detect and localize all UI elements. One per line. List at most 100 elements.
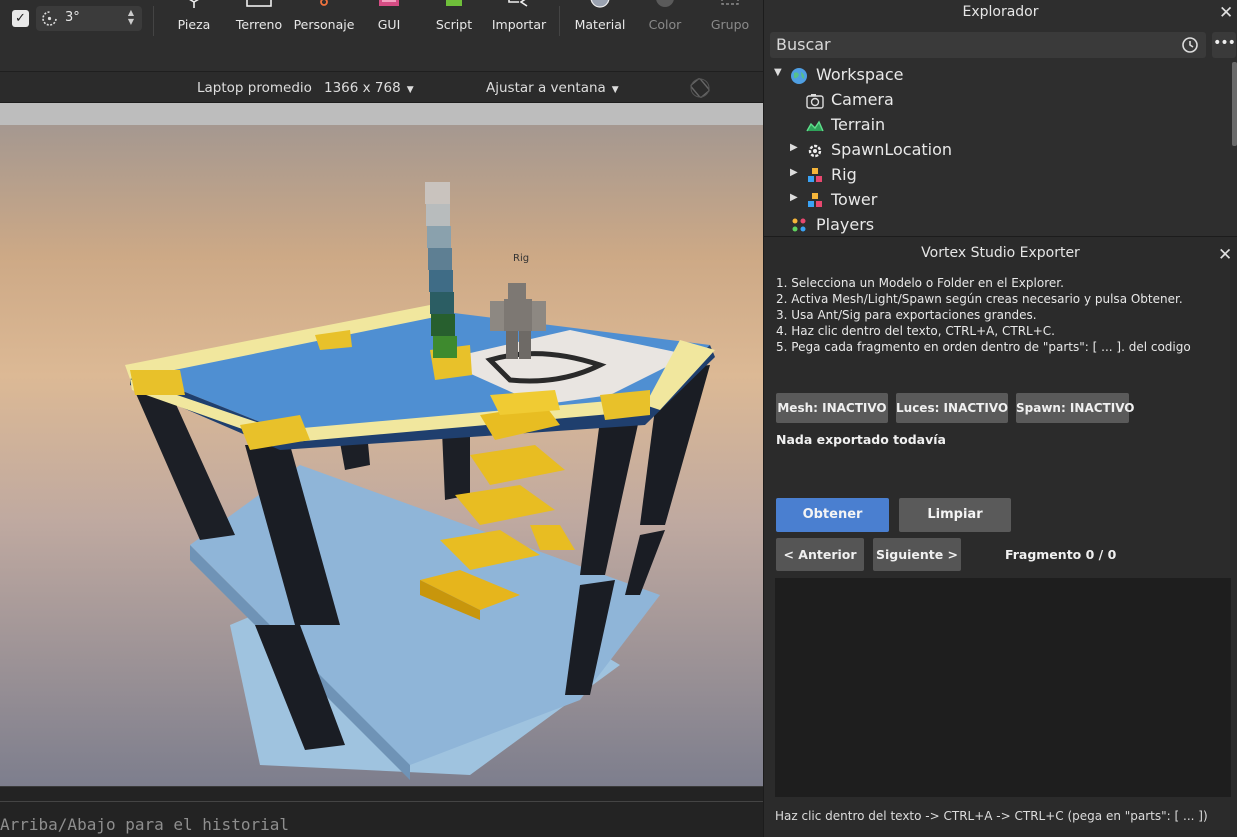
instruction-line: 3. Usa Ant/Sig para exportaciones grande…	[776, 308, 1037, 322]
close-icon[interactable]: ✕	[1218, 245, 1232, 265]
tree-label: Workspace	[816, 65, 904, 84]
material-icon	[590, 0, 610, 8]
expand-arrow-icon[interactable]: ▼	[774, 67, 782, 78]
corner-block	[130, 370, 185, 395]
corner-block	[600, 390, 650, 420]
explorer-scrollbar[interactable]	[1232, 62, 1237, 146]
group-button[interactable]: Grupo	[697, 0, 763, 44]
gui-label: GUI	[377, 17, 401, 32]
color-button[interactable]: Color	[632, 0, 698, 44]
rotate-device-icon[interactable]	[689, 78, 711, 98]
explorer-panel: Explorador ✕ Buscar ••• ▼ Workspace Came…	[763, 0, 1237, 236]
character-label: Personaje	[293, 17, 355, 32]
command-input[interactable]: Arriba/Abajo para el historial	[0, 815, 289, 834]
pillar	[580, 415, 640, 575]
rotate-icon	[42, 11, 57, 26]
lights-toggle-button[interactable]: Luces: INACTIVO	[896, 393, 1008, 423]
staircase	[470, 445, 565, 485]
script-icon	[446, 0, 462, 6]
tower-block	[426, 204, 450, 226]
resolution-select[interactable]: 1366 x 768 ▼	[324, 80, 414, 96]
script-button[interactable]: Script	[421, 0, 487, 44]
terrain-icon	[806, 120, 824, 132]
get-button[interactable]: Obtener	[776, 498, 889, 532]
export-output-textbox[interactable]	[775, 578, 1231, 797]
rig-head	[508, 283, 526, 299]
tower-block	[427, 226, 451, 248]
fragment-counter: Fragmento 0 / 0	[1005, 547, 1117, 562]
rig-arm	[532, 301, 546, 331]
rotate-value: 3°	[65, 10, 80, 25]
clear-button[interactable]: Limpiar	[899, 498, 1011, 532]
rig-leg	[506, 331, 518, 359]
rotate-snap-checkbox[interactable]: ✓	[12, 10, 29, 27]
fit-label: Ajustar a ventana	[486, 80, 606, 96]
command-divider	[0, 801, 763, 802]
next-button[interactable]: Siguiente >	[873, 538, 961, 571]
import-button[interactable]: Importar	[486, 0, 552, 44]
command-bar: Arriba/Abajo para el historial	[0, 786, 763, 837]
device-select[interactable]: Laptop promedio	[197, 80, 312, 96]
part-button[interactable]: Pieza	[161, 0, 227, 44]
import-label: Importar	[491, 17, 547, 32]
mesh-toggle-button[interactable]: Mesh: INACTIVO	[776, 393, 888, 423]
explorer-title: Explorador	[962, 4, 1039, 20]
tree-label: Camera	[831, 90, 894, 109]
color-icon	[656, 0, 674, 7]
part-icon	[189, 0, 199, 8]
viewport-letterbox	[0, 103, 763, 125]
script-label: Script	[435, 17, 473, 32]
tree-label: Tower	[831, 190, 878, 209]
rotate-spinner[interactable]: ▲ ▼	[128, 8, 134, 26]
previous-button[interactable]: < Anterior	[776, 538, 864, 571]
3d-viewport[interactable]: Rig	[0, 125, 763, 786]
exporter-panel: Vortex Studio Exporter ✕ 1. Selecciona u…	[763, 236, 1237, 837]
terrain-label: Terreno	[235, 17, 283, 32]
tower-block	[425, 182, 450, 204]
rig-arm	[490, 301, 504, 331]
material-label: Material	[574, 17, 626, 32]
model-icon	[808, 168, 822, 182]
spawn-toggle-button[interactable]: Spawn: INACTIVO	[1016, 393, 1134, 423]
export-status: Nada exportado todavía	[776, 432, 946, 447]
terrain-button[interactable]: Terreno	[226, 0, 292, 44]
close-icon[interactable]: ✕	[1219, 3, 1233, 23]
expand-arrow-icon[interactable]: ▶	[790, 142, 798, 153]
tower-block	[433, 336, 457, 358]
tree-label: Players	[816, 215, 875, 234]
rig-leg	[519, 331, 531, 359]
group-icon	[721, 0, 739, 5]
ribbon-divider	[559, 6, 560, 36]
character-button[interactable]: Personaje	[291, 0, 357, 44]
rig-nametag: Rig	[513, 253, 529, 264]
rotate-increment-field[interactable]: 3° ▲ ▼	[36, 6, 142, 31]
group-label: Grupo	[710, 17, 750, 32]
fit-select[interactable]: Ajustar a ventana ▼	[486, 80, 619, 96]
staircase	[530, 525, 575, 550]
expand-arrow-icon[interactable]: ▶	[790, 167, 798, 178]
scene-render: Rig	[125, 182, 715, 780]
import-icon	[508, 0, 528, 7]
more-options-button[interactable]: •••	[1212, 32, 1236, 58]
material-button[interactable]: Material	[567, 0, 633, 44]
tower-block	[429, 270, 453, 292]
instruction-line: 4. Haz clic dentro del texto, CTRL+A, CT…	[776, 324, 1055, 338]
copy-hint: Haz clic dentro del texto -> CTRL+A -> C…	[775, 809, 1208, 823]
model-icon	[808, 193, 822, 207]
explorer-search-input[interactable]: Buscar	[770, 32, 1206, 58]
chevron-down-icon: ▼	[611, 85, 619, 95]
instruction-line: 1. Selecciona un Modelo o Folder en el E…	[776, 276, 1064, 290]
rig-torso	[504, 299, 532, 331]
tower-block	[431, 314, 455, 336]
part-label: Pieza	[177, 17, 211, 32]
gui-icon	[379, 0, 399, 6]
expand-arrow-icon[interactable]: ▶	[790, 192, 798, 203]
tree-label: Terrain	[831, 115, 886, 134]
history-icon[interactable]	[1180, 35, 1200, 55]
gui-button[interactable]: GUI	[356, 0, 422, 44]
color-label: Color	[648, 17, 682, 32]
ribbon-toolbar: ✓ 3° ▲ ▼ Pieza Terreno Personaje GUI Scri…	[0, 0, 763, 72]
workspace-globe-icon	[791, 68, 807, 84]
spawn-gear-icon	[808, 144, 822, 158]
character-icon	[320, 0, 328, 6]
